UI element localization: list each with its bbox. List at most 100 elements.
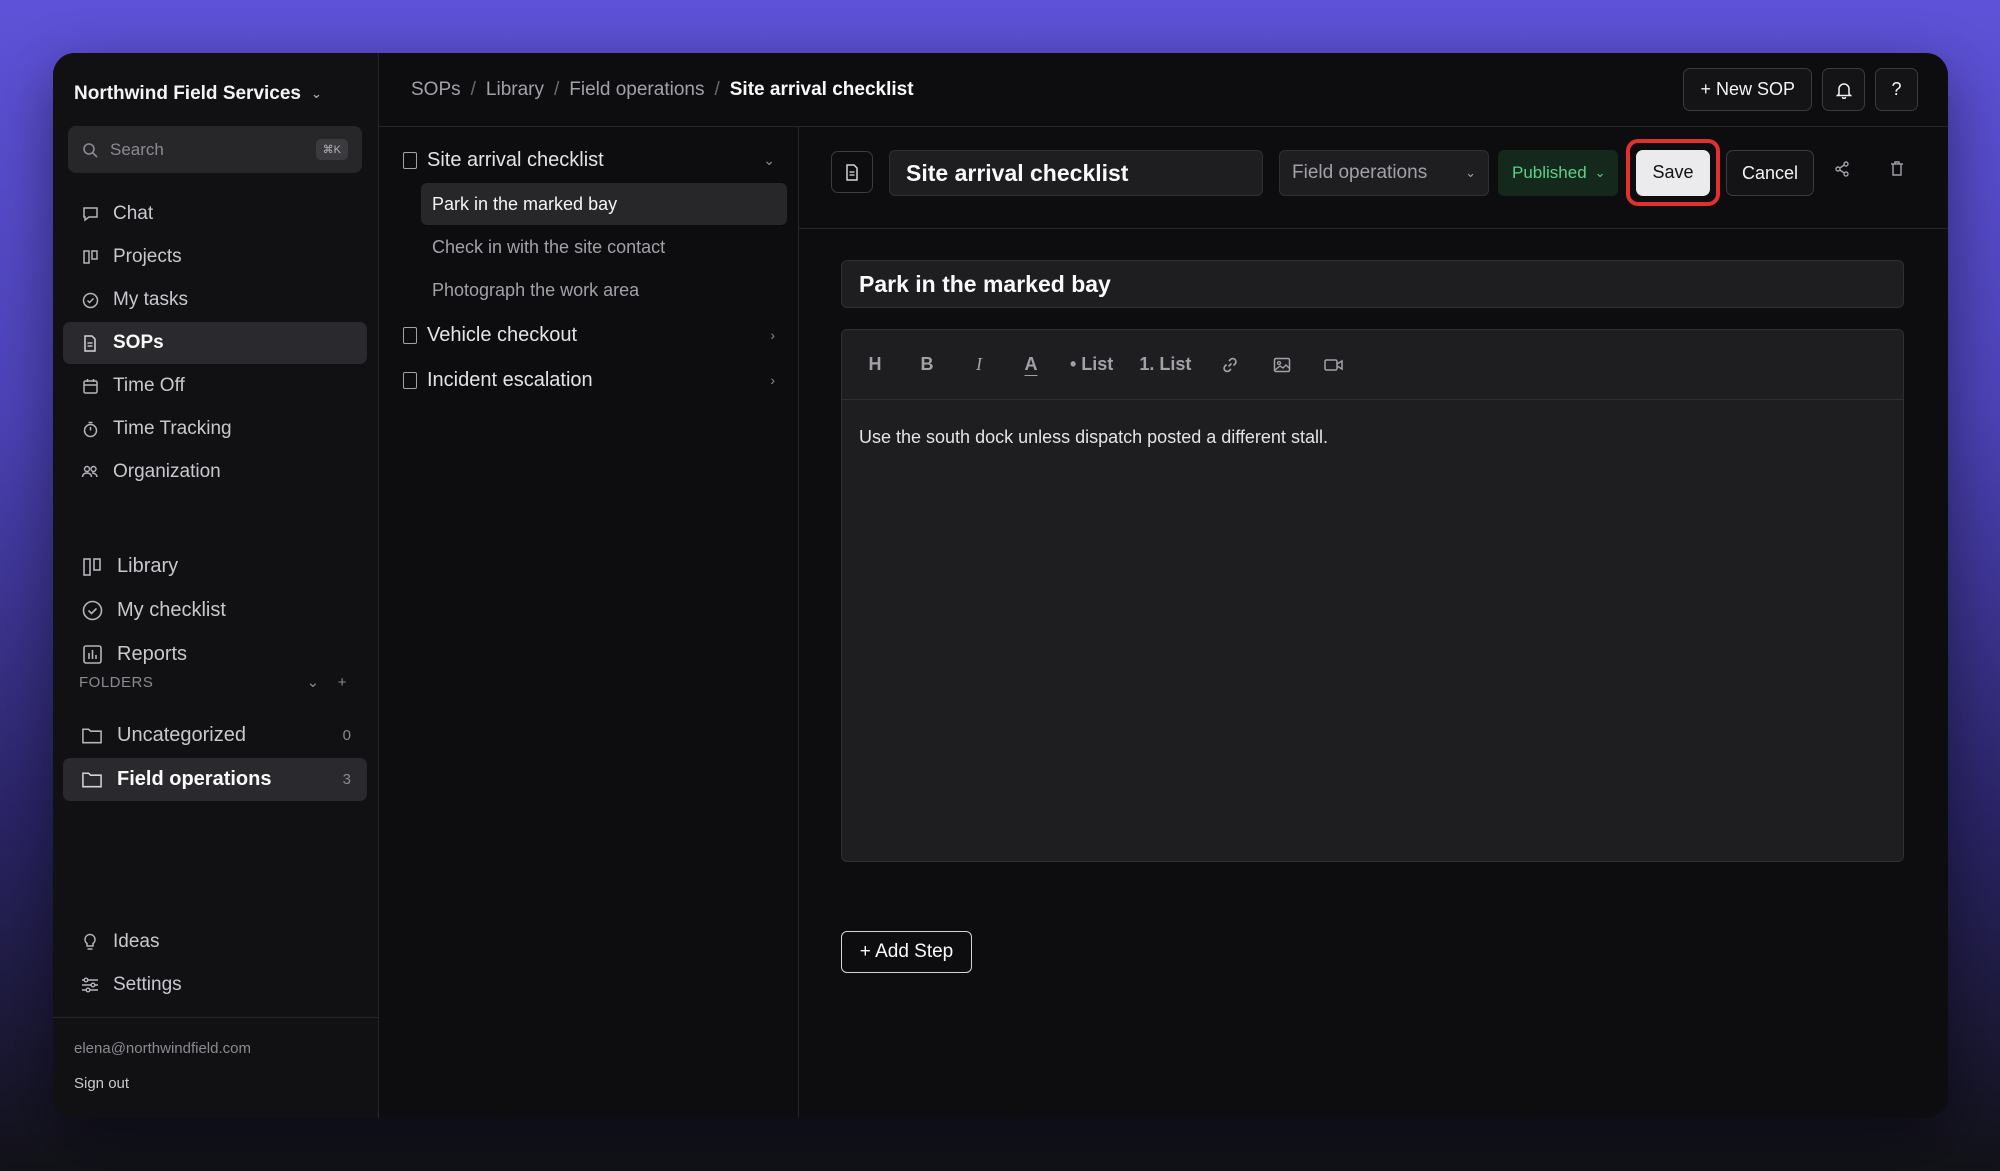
- tree-item-label: Site arrival checklist: [427, 148, 604, 171]
- chart-icon: [81, 644, 103, 666]
- sidebar-item-label: My tasks: [113, 289, 188, 310]
- step-item-photograph[interactable]: Photograph the work area: [421, 269, 787, 311]
- main-area: SOPs / Library / Field operations / Site…: [379, 53, 1948, 1118]
- sidebar: Northwind Field Services ⌄ Search ⌘K Cha…: [53, 53, 379, 1118]
- org-switcher[interactable]: Northwind Field Services ⌄: [74, 83, 322, 105]
- breadcrumb-library[interactable]: Library: [486, 79, 544, 101]
- document-type-button[interactable]: [831, 151, 873, 193]
- save-highlight: Save: [1626, 139, 1720, 206]
- notifications-button[interactable]: [1822, 68, 1865, 111]
- step-title-input[interactable]: Park in the marked bay: [841, 260, 1904, 308]
- sidebar-item-settings[interactable]: Settings: [63, 964, 367, 1006]
- sidebar-item-organization[interactable]: Organization: [63, 451, 367, 493]
- bold-button[interactable]: B: [906, 344, 948, 386]
- trash-icon[interactable]: [1890, 161, 1904, 182]
- sidebar-item-my-tasks[interactable]: My tasks: [63, 279, 367, 321]
- folder-icon: [81, 725, 103, 747]
- share-icon[interactable]: [1834, 161, 1850, 182]
- add-step-button[interactable]: + Add Step: [841, 931, 972, 973]
- step-item-park-in-the-marked-bay[interactable]: Park in the marked bay: [421, 183, 787, 225]
- sidebar-item-time-tracking[interactable]: Time Tracking: [63, 408, 367, 450]
- columns-icon: [81, 248, 99, 266]
- account-area: elena@northwindfield.com Sign out: [53, 1017, 378, 1114]
- numbered-list-button[interactable]: 1. List: [1131, 344, 1199, 386]
- sidebar-item-projects[interactable]: Projects: [63, 236, 367, 278]
- app-window: Northwind Field Services ⌄ Search ⌘K Cha…: [53, 53, 1948, 1118]
- folder-list: Uncategorized 0 Field operations 3: [63, 714, 367, 802]
- chevron-right-icon[interactable]: ›: [770, 327, 775, 343]
- sidebar-item-my-checklist[interactable]: My checklist: [63, 589, 367, 632]
- heading-button[interactable]: H: [854, 344, 896, 386]
- cancel-button[interactable]: Cancel: [1726, 150, 1814, 196]
- link-button[interactable]: [1209, 344, 1251, 386]
- video-button[interactable]: [1313, 344, 1355, 386]
- shortcut-badge: ⌘K: [315, 139, 348, 160]
- help-button[interactable]: ?: [1875, 68, 1918, 111]
- bottom-nav: Ideas Settings: [63, 921, 367, 1007]
- search-box[interactable]: Search ⌘K: [68, 126, 362, 173]
- chevron-down-icon: ⌄: [1594, 165, 1606, 180]
- sidebar-item-label: Reports: [117, 643, 188, 665]
- new-sop-button[interactable]: + New SOP: [1683, 68, 1812, 111]
- editor-header: Site arrival checklist Field operations …: [799, 127, 1948, 229]
- top-actions: + New SOP ?: [1683, 68, 1918, 111]
- sidebar-item-label: Library: [117, 555, 179, 577]
- breadcrumb-current: Site arrival checklist: [729, 78, 914, 100]
- folder-item-field-operations[interactable]: Field operations 3: [63, 758, 367, 801]
- sidebar-item-time-off[interactable]: Time Off: [63, 365, 367, 407]
- tree-item-site-arrival-checklist[interactable]: Site arrival checklist ⌄: [403, 139, 787, 181]
- step-body-text[interactable]: Use the south dock unless dispatch poste…: [842, 400, 1903, 475]
- add-folder-icon[interactable]: +: [338, 674, 347, 691]
- image-button[interactable]: [1261, 344, 1303, 386]
- folder-count: 3: [342, 771, 351, 788]
- tree-item-label: Incident escalation: [427, 368, 593, 391]
- document-icon: [846, 163, 858, 181]
- chevron-down-icon: ⌄: [311, 86, 322, 101]
- sidebar-item-sops[interactable]: SOPs: [63, 322, 367, 364]
- sidebar-item-chat[interactable]: Chat: [63, 193, 367, 235]
- save-button[interactable]: Save: [1636, 149, 1710, 196]
- calendar-icon: [81, 377, 99, 395]
- search-input[interactable]: Search: [110, 140, 304, 160]
- document-icon: [81, 334, 99, 352]
- sidebar-item-label: Chat: [113, 203, 154, 224]
- sidebar-item-library[interactable]: Library: [63, 545, 367, 588]
- tree-item-vehicle-checkout[interactable]: Vehicle checkout ›: [403, 314, 787, 356]
- sidebar-item-label: Organization: [113, 461, 221, 482]
- status-dropdown[interactable]: Published ⌄: [1498, 150, 1618, 196]
- tree-item-incident-escalation[interactable]: Incident escalation ›: [403, 359, 787, 401]
- sidebar-item-label: Settings: [113, 974, 182, 995]
- chat-icon: [81, 205, 99, 223]
- sidebar-item-label: Time Tracking: [113, 418, 232, 439]
- breadcrumb-field-operations[interactable]: Field operations: [569, 79, 704, 101]
- check-circle-icon: [81, 291, 99, 309]
- chevron-down-icon[interactable]: ⌄: [763, 152, 775, 169]
- chevron-down-icon[interactable]: ⌄: [307, 673, 320, 691]
- rich-text-editor: H B I A • List 1. List Use the south doc…: [841, 329, 1904, 862]
- breadcrumb-sops[interactable]: SOPs: [411, 79, 461, 101]
- folders-header: FOLDERS ⌄ +: [79, 673, 347, 692]
- folder-select-value: Field operations: [1292, 162, 1428, 183]
- bullet-list-button[interactable]: • List: [1062, 344, 1121, 386]
- library-nav: Library My checklist Reports: [63, 545, 367, 677]
- breadcrumb-separator: /: [714, 78, 720, 100]
- sidebar-item-ideas[interactable]: Ideas: [63, 921, 367, 963]
- check-circle-icon: [81, 600, 103, 622]
- step-item-check-in[interactable]: Check in with the site contact: [421, 226, 787, 268]
- folders-label: FOLDERS: [79, 673, 154, 691]
- text-color-button[interactable]: A: [1010, 344, 1052, 386]
- folder-item-uncategorized[interactable]: Uncategorized 0: [63, 714, 367, 757]
- image-icon: [1274, 357, 1291, 372]
- lightbulb-icon: [81, 933, 99, 951]
- sign-out-link[interactable]: Sign out: [74, 1075, 357, 1092]
- stopwatch-icon: [81, 420, 99, 438]
- folder-select[interactable]: Field operations ⌄: [1279, 150, 1489, 196]
- bell-icon: [1835, 82, 1852, 99]
- sliders-icon: [81, 976, 99, 994]
- folder-icon: [81, 769, 103, 791]
- italic-button[interactable]: I: [958, 344, 1000, 386]
- formatting-toolbar: H B I A • List 1. List: [842, 330, 1903, 400]
- sop-title-input[interactable]: Site arrival checklist: [889, 150, 1263, 196]
- chevron-right-icon[interactable]: ›: [770, 372, 775, 388]
- sidebar-item-reports[interactable]: Reports: [63, 633, 367, 676]
